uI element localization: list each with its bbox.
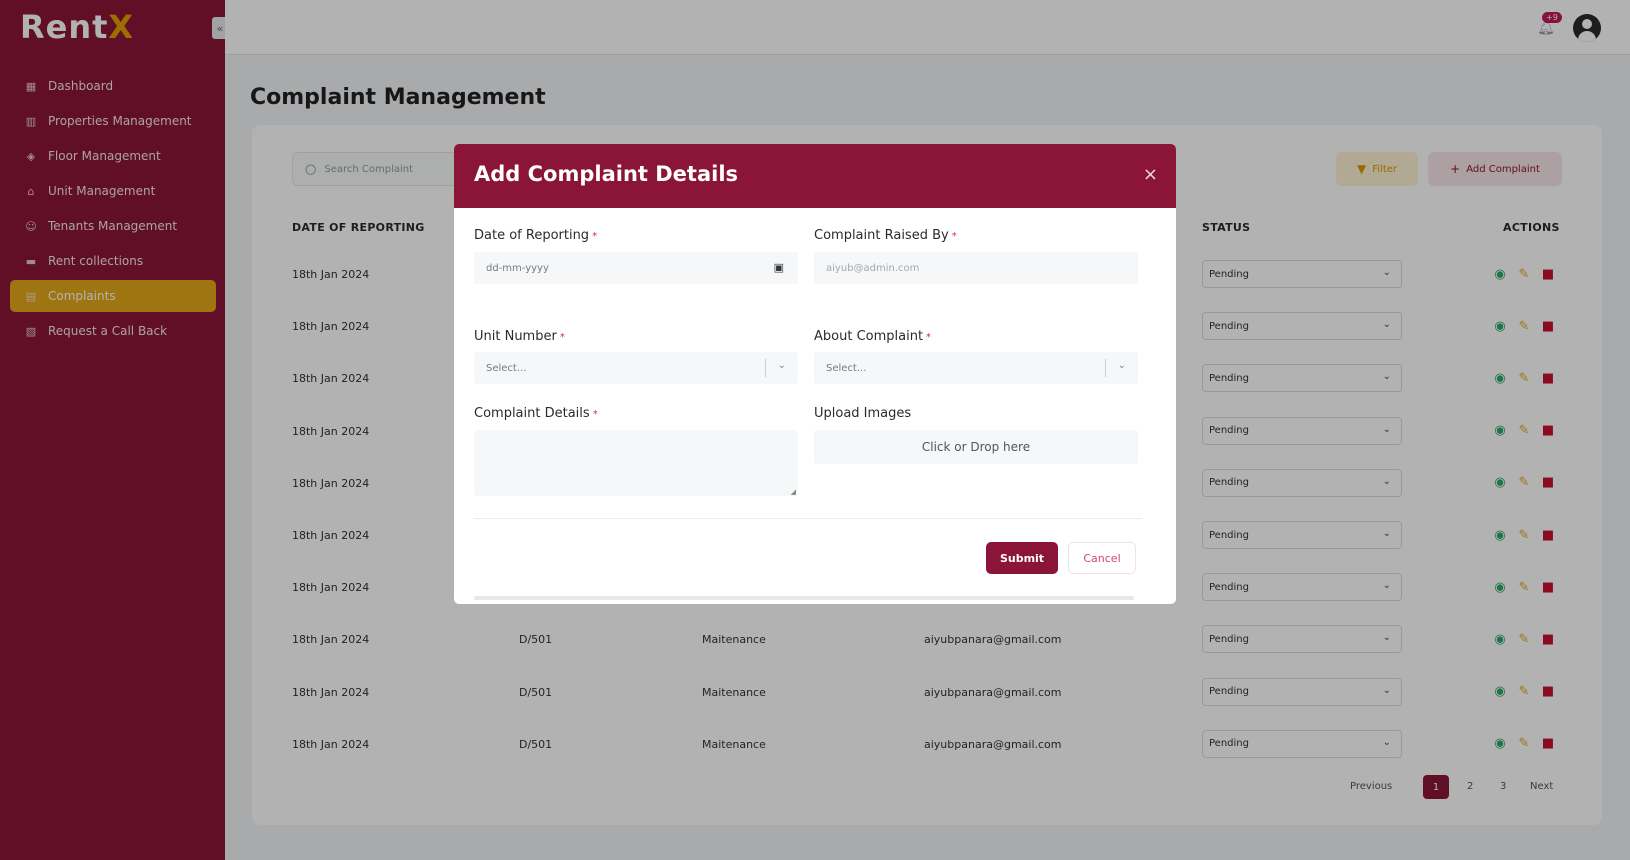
chevron-down-icon[interactable]: ⌄ [1118, 360, 1126, 371]
select-separator [1105, 359, 1106, 377]
select-separator [765, 359, 766, 377]
complaint-raised-by-input[interactable]: aiyub@admin.com [814, 252, 1138, 284]
submit-button[interactable]: Submit [986, 542, 1058, 574]
complaint-details-label: Complaint Details * [474, 406, 598, 421]
raised-by-value: aiyub@admin.com [826, 262, 920, 274]
date-of-reporting-input[interactable]: dd-mm-yyyy ▣ [474, 252, 798, 284]
unit-select-placeholder: Select... [486, 362, 527, 374]
about-complaint-label: About Complaint * [814, 329, 932, 344]
unit-number-select[interactable]: Select... ⌄ [474, 352, 798, 384]
date-placeholder: dd-mm-yyyy [486, 262, 549, 274]
modal-header: Add Complaint Details × [454, 144, 1176, 208]
raised-by-label: Complaint Raised By * [814, 228, 957, 243]
modal-scrollbar[interactable] [474, 596, 1134, 600]
date-label: Date of Reporting * [474, 228, 598, 243]
about-select-placeholder: Select... [826, 362, 867, 374]
upload-dropzone[interactable]: Click or Drop here [814, 430, 1138, 464]
unit-number-label: Unit Number * [474, 329, 565, 344]
close-icon[interactable]: × [1143, 164, 1158, 185]
complaint-details-textarea[interactable] [474, 430, 798, 496]
upload-images-label: Upload Images [814, 406, 912, 421]
cancel-button[interactable]: Cancel [1068, 542, 1136, 574]
calendar-icon[interactable]: ▣ [774, 261, 784, 274]
modal-divider [474, 518, 1142, 519]
add-complaint-modal: Add Complaint Details × Date of Reportin… [454, 144, 1176, 604]
about-complaint-select[interactable]: Select... ⌄ [814, 352, 1138, 384]
modal-title: Add Complaint Details [474, 162, 739, 186]
chevron-down-icon[interactable]: ⌄ [778, 360, 786, 371]
